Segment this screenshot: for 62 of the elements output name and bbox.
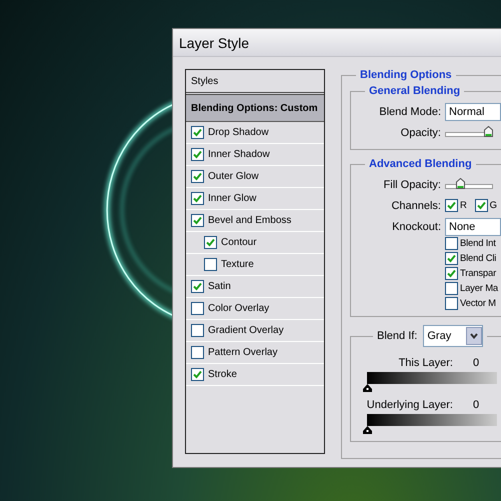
blend-if-dropdown[interactable]: Gray: [423, 325, 484, 347]
checkbox-label: Vector M: [460, 298, 496, 309]
slider-thumb[interactable]: [363, 426, 372, 434]
checkbox-label: G: [490, 200, 497, 211]
checkbox[interactable]: [191, 170, 204, 183]
style-list-item[interactable]: Inner Glow: [186, 188, 324, 210]
checkbox[interactable]: [191, 302, 204, 315]
style-list-item[interactable]: Texture: [186, 254, 324, 276]
checkbox[interactable]: [191, 346, 204, 359]
checkbox-label: Layer Ma: [460, 283, 498, 294]
slider-thumb[interactable]: [484, 126, 493, 137]
style-list-item[interactable]: Outer Glow: [186, 166, 324, 188]
style-list-item[interactable]: Pattern Overlay: [186, 342, 324, 364]
checkbox[interactable]: [191, 126, 204, 139]
slider-value: 0: [473, 399, 480, 411]
slider-thumb[interactable]: [456, 178, 464, 189]
field-label: Knockout:: [391, 220, 441, 232]
style-list-item[interactable]: Drop Shadow: [186, 122, 324, 144]
style-list-item[interactable]: Stroke: [186, 364, 324, 386]
checkbox[interactable]: [191, 148, 204, 161]
checkbox[interactable]: [445, 282, 458, 295]
opacity-slider[interactable]: [445, 126, 493, 139]
style-list-item[interactable]: Satin: [186, 276, 324, 298]
checkbox[interactable]: [191, 368, 204, 381]
slider-thumb[interactable]: [363, 384, 372, 392]
checkbox[interactable]: [204, 236, 217, 249]
checkbox-label: R: [460, 200, 467, 211]
checkbox[interactable]: [191, 324, 204, 337]
checkbox[interactable]: [445, 199, 458, 212]
slider-label: Underlying Layer:: [366, 399, 453, 411]
checkbox[interactable]: [191, 280, 204, 293]
checkbox-label: Transpar: [460, 268, 496, 279]
checkbox[interactable]: [445, 237, 458, 250]
checkbox[interactable]: [445, 252, 458, 265]
style-list-item[interactable]: Bevel and Emboss: [186, 210, 324, 232]
field-label: Channels:: [390, 200, 441, 212]
checkbox[interactable]: [445, 297, 458, 310]
style-list-item[interactable]: Gradient Overlay: [186, 320, 324, 342]
field-label: Fill Opacity:: [382, 178, 441, 190]
checkbox-label: Blend Cli: [460, 253, 496, 264]
style-list-item[interactable]: Blending Options: Custom: [186, 95, 324, 122]
field-label: Opacity:: [400, 126, 441, 138]
group-title: Advanced Blending: [368, 158, 473, 170]
knockout-dropdown[interactable]: None: [445, 218, 501, 236]
style-list-item[interactable]: Inner Shadow: [186, 144, 324, 166]
blend-mode-dropdown[interactable]: Normal: [445, 102, 501, 120]
checkbox[interactable]: [445, 267, 458, 280]
slider-label: This Layer:: [398, 357, 453, 369]
checkbox[interactable]: [191, 192, 204, 205]
checkbox[interactable]: [191, 214, 204, 227]
style-list-item[interactable]: Color Overlay: [186, 298, 324, 320]
checkbox-label: Blend Int: [460, 238, 496, 249]
field-label: Blend If:: [377, 330, 418, 342]
slider-value: 0: [473, 357, 480, 369]
group-title: Blending Options: [359, 69, 453, 81]
group-title: General Blending: [368, 85, 462, 97]
checkbox[interactable]: [204, 258, 217, 271]
field-label: Blend Mode:: [378, 106, 441, 118]
window-title: Layer Style: [173, 29, 501, 57]
style-list-item[interactable]: Contour: [186, 232, 324, 254]
fill-opacity-slider[interactable]: [445, 178, 493, 191]
checkbox[interactable]: [474, 199, 488, 212]
